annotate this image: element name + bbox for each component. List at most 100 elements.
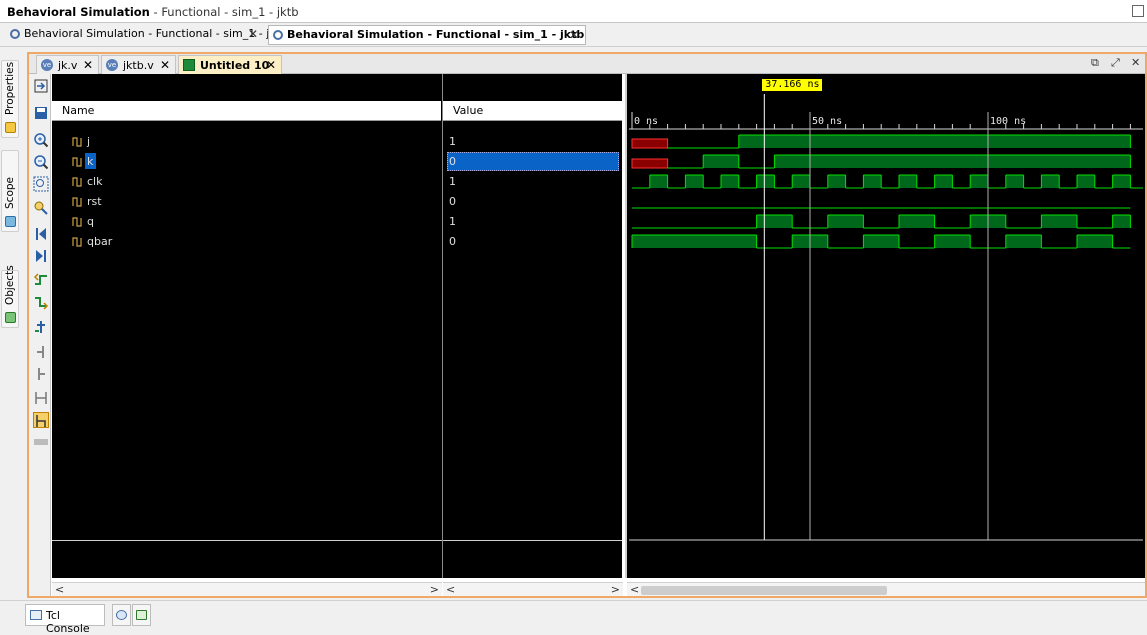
q-high-fill xyxy=(1112,215,1131,228)
close-icon[interactable]: ✕ xyxy=(160,58,170,72)
tab-log[interactable] xyxy=(132,604,151,626)
console-icon xyxy=(30,610,42,620)
clk-high-fill xyxy=(863,175,882,188)
cursor-time-label[interactable]: 37.166 ns xyxy=(762,79,823,91)
zoom-in-icon[interactable] xyxy=(33,132,49,148)
tab-jktb-v[interactable]: ve jktb.v ✕ xyxy=(101,55,176,74)
logic-signal-icon xyxy=(72,157,82,167)
messages-icon xyxy=(116,610,127,620)
tab-objects[interactable]: Objects xyxy=(1,265,19,328)
window-restore-button[interactable] xyxy=(1132,5,1144,17)
logic-signal-icon xyxy=(72,197,82,207)
close-icon[interactable]: ✕ xyxy=(569,28,579,42)
editor-tabs: ve jk.v ✕ ve jktb.v ✕ Untitled 10 ✕ ⧉ ⤢ … xyxy=(29,54,1145,74)
signal-name: clk xyxy=(87,175,103,188)
scroll-thumb[interactable] xyxy=(641,586,887,595)
signal-row[interactable]: q xyxy=(52,212,442,232)
swap-cursors-icon[interactable] xyxy=(33,390,49,406)
tab-tcl-console[interactable]: Tcl Console xyxy=(25,604,105,635)
close-icon[interactable]: ✕ xyxy=(83,58,93,72)
next-marker-icon[interactable] xyxy=(33,366,49,382)
scroll-left-icon[interactable]: < xyxy=(446,583,455,596)
waveform-toolbar xyxy=(29,74,51,596)
zoom-to-cursor-icon[interactable] xyxy=(33,78,49,94)
signal-value: 1 xyxy=(449,135,456,148)
k-undefined-segment xyxy=(631,158,669,169)
simulation-icon xyxy=(10,29,20,39)
save-icon[interactable] xyxy=(33,105,49,121)
signal-row[interactable]: clk xyxy=(52,172,442,192)
signal-value-pane: Value 1 0 1 0 1 0 < > xyxy=(442,74,623,596)
float-icon[interactable]: ⤢ xyxy=(1111,56,1120,70)
scroll-right-icon[interactable]: > xyxy=(611,583,620,596)
window-title: Behavioral Simulation - Functional - sim… xyxy=(7,5,299,19)
clk-high-fill xyxy=(970,175,988,188)
waveform-pane: 37.166 ns 0 ns 50 ns 100 ns < xyxy=(625,74,1145,596)
signal-value-row[interactable]: 0 xyxy=(443,232,621,252)
signal-value: 0 xyxy=(449,195,456,208)
tab-scope[interactable]: Scope xyxy=(1,150,19,232)
snap-to-transition-icon[interactable] xyxy=(33,412,49,428)
tab-untitled-10[interactable]: Untitled 10 ✕ xyxy=(178,55,282,74)
close-icon[interactable]: ✕ xyxy=(266,58,276,72)
scroll-right-icon[interactable]: > xyxy=(430,583,439,596)
value-pane-scrollbar[interactable]: < > xyxy=(443,582,623,596)
signal-name-pane: Name j k clk rst q qbar < > xyxy=(52,74,442,596)
clk-high-fill xyxy=(685,175,704,188)
value-column-header[interactable]: Value xyxy=(443,101,622,121)
signal-row[interactable]: rst xyxy=(52,192,442,212)
properties-icon xyxy=(5,122,16,133)
simulation-icon xyxy=(273,30,283,40)
q-high-fill xyxy=(1041,215,1077,228)
q-high-fill xyxy=(756,215,793,228)
signal-value: 1 xyxy=(449,175,456,188)
signal-value-row[interactable]: 0 xyxy=(443,192,621,212)
zoom-out-icon[interactable] xyxy=(33,154,49,170)
scope-icon xyxy=(5,216,16,227)
clk-high-fill xyxy=(721,175,739,188)
logic-signal-icon xyxy=(72,177,82,187)
floating-ruler-icon[interactable] xyxy=(33,434,49,450)
add-marker-icon[interactable] xyxy=(33,319,49,335)
selection-highlight xyxy=(447,152,619,171)
zoom-fit-icon[interactable] xyxy=(33,176,49,192)
close-icon[interactable]: ✕ xyxy=(248,27,258,41)
signal-row[interactable]: k xyxy=(52,152,442,172)
tab-messages[interactable] xyxy=(112,604,131,626)
name-column-header[interactable]: Name xyxy=(52,101,441,121)
go-to-start-icon[interactable] xyxy=(33,226,49,242)
log-icon xyxy=(136,610,147,620)
clk-high-fill xyxy=(1041,175,1060,188)
tab-jk-v[interactable]: ve jk.v ✕ xyxy=(36,55,99,74)
sim-tab-jktb[interactable]: Behavioral Simulation - Functional - sim… xyxy=(268,25,586,45)
tab-properties[interactable]: Properties xyxy=(1,60,19,138)
sim-tab-jk[interactable]: Behavioral Simulation - Functional - sim… xyxy=(6,25,276,45)
close-icon[interactable]: ✕ xyxy=(1131,56,1140,69)
logic-signal-icon xyxy=(72,237,82,247)
signal-value-row[interactable]: 0 xyxy=(443,152,621,172)
wave-pane-scrollbar[interactable]: < xyxy=(627,582,1145,596)
previous-transition-icon[interactable] xyxy=(33,272,49,288)
scroll-left-icon[interactable]: < xyxy=(55,583,64,596)
signal-name: rst xyxy=(87,195,102,208)
signal-value-row[interactable]: 1 xyxy=(443,212,621,232)
signal-row[interactable]: j xyxy=(52,132,442,152)
signal-row[interactable]: qbar xyxy=(52,232,442,252)
waveform-canvas[interactable] xyxy=(627,74,1145,578)
signal-value-row[interactable]: 1 xyxy=(443,172,621,192)
qbar-high-fill xyxy=(632,235,757,248)
scroll-left-icon[interactable]: < xyxy=(630,583,639,596)
signal-value-row[interactable]: 1 xyxy=(443,132,621,152)
go-to-time-icon[interactable] xyxy=(33,200,49,216)
signal-value: 0 xyxy=(449,235,456,248)
next-transition-icon[interactable] xyxy=(33,294,49,310)
value-pane-divider xyxy=(443,540,622,541)
previous-marker-icon[interactable] xyxy=(33,344,49,360)
logic-signal-icon xyxy=(72,137,82,147)
name-pane-scrollbar[interactable]: < > xyxy=(52,582,442,596)
verilog-file-icon: ve xyxy=(41,59,53,71)
go-to-end-icon[interactable] xyxy=(33,248,49,264)
restore-icon[interactable]: ⧉ xyxy=(1091,56,1099,70)
logic-signal-icon xyxy=(72,217,82,227)
qbar-high-fill xyxy=(1005,235,1042,248)
